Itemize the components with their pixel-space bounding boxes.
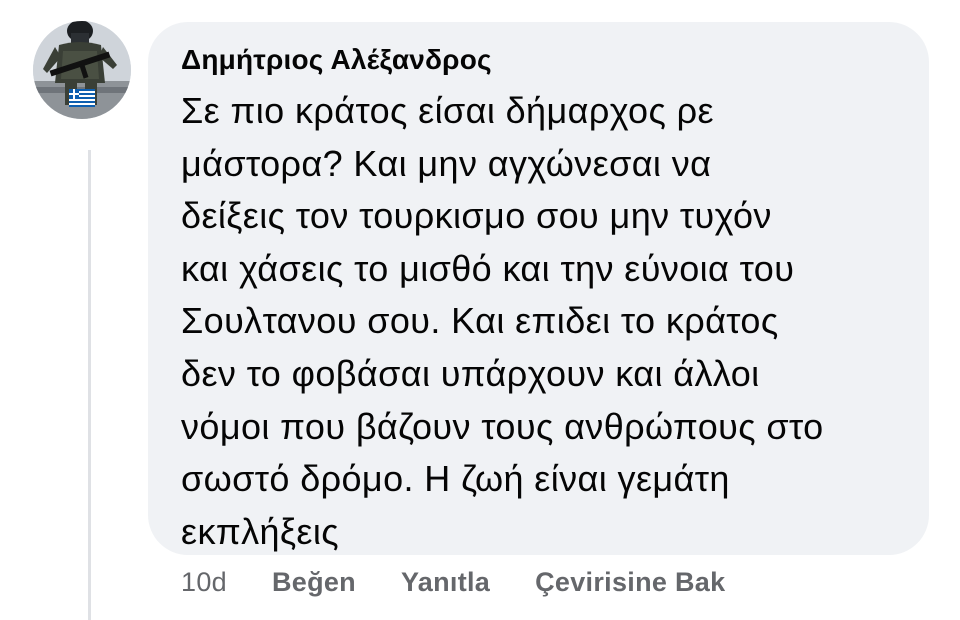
comment-line: σωστό δρόμο. Η ζωή είναι γεμάτη — [181, 458, 730, 500]
see-translation-button[interactable]: Çevirisine Bak — [535, 567, 725, 598]
comment-bubble: Δημήτριος Αλέξανδρος Σε πιο κράτος είσαι… — [148, 22, 929, 555]
comment-actions: 10d Beğen Yanıtla Çevirisine Bak — [181, 564, 770, 600]
comment-line: μάστορα? Και μην αγχώνεσαι να — [181, 142, 712, 184]
comment-line: δείξεις τον τουρκισμο σου μην τυχόν — [181, 195, 772, 237]
comment-line: δεν το φοβάσαι υπάρχουν και άλλοι — [181, 352, 760, 394]
thread-line — [88, 150, 91, 620]
comment-line: νόμοι που βάζουν τους ανθρώπους στο — [181, 405, 824, 447]
comment-line: Σε πιο κράτος είσαι δήμαρχος ρε — [181, 90, 714, 131]
reply-button[interactable]: Yanıtla — [401, 567, 490, 598]
avatar[interactable] — [33, 21, 131, 119]
comment-text: Σε πιο κράτος είσαι δήμαρχος ρε μάστορα?… — [181, 85, 929, 558]
comment-line: Σουλτανου σου. Και επιδει το κράτος — [181, 300, 779, 342]
soldier-avatar-icon — [33, 21, 131, 119]
comment-line: εκπλήξεις — [181, 510, 340, 552]
comment-thread: Δημήτριος Αλέξανδρος Σε πιο κράτος είσαι… — [0, 0, 960, 620]
comment-line: και χάσεις το μισθό και την εύνοια του — [181, 247, 795, 289]
comment-timestamp[interactable]: 10d — [181, 567, 227, 598]
comment-author[interactable]: Δημήτριος Αλέξανδρος — [181, 41, 929, 79]
like-button[interactable]: Beğen — [272, 567, 356, 598]
